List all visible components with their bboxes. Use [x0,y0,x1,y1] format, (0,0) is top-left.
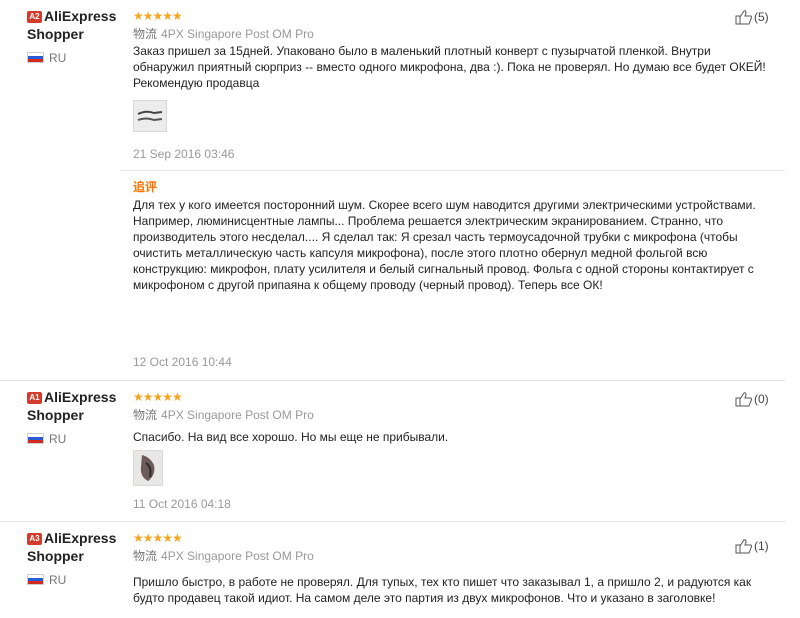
review-text: Пришло быстро, в работе не проверял. Для… [133,575,752,605]
review-item: A1 AliExpress Shopper RU ★★★★★ 物流 4PX Sing… [0,381,800,521]
star-rating: ★★★★★ [133,9,183,23]
logistics-label: 物流 [133,549,158,563]
country-code: RU [49,573,67,587]
russia-flag-icon [27,433,44,444]
helpful-button[interactable]: (1) [735,538,769,554]
review-text: Спасибо. На вид все хорошо. Но мы еще не… [133,430,449,444]
review-text: Заказ пришел за 15дней. Упаковано было в… [133,44,766,90]
review-date: 21 Sep 2016 03:46 [133,147,235,161]
reviewer-info: A3 AliExpress Shopper RU [27,530,137,587]
logistics-method: 4PX Singapore Post OM Pro [161,408,314,422]
russia-flag-icon [27,52,44,63]
buyer-level-badge: A3 [27,532,42,545]
review-photo-thumbnail[interactable] [133,100,167,132]
reviewer-info: A1 AliExpress Shopper RU [27,389,137,446]
russia-flag-icon [27,574,44,585]
star-rating: ★★★★★ [133,531,183,545]
buyer-level-badge: A2 [27,10,42,23]
buyer-level-badge: A1 [27,391,42,404]
helpful-button[interactable]: (0) [735,391,769,407]
review-item: A3 AliExpress Shopper RU ★★★★★ 物流 4PX Sing… [0,522,800,618]
logistics-method: 4PX Singapore Post OM Pro [161,549,314,563]
country-code: RU [49,51,67,65]
thumbs-up-icon [735,392,752,407]
followup-date: 12 Oct 2016 10:44 [133,355,232,369]
helpful-button[interactable]: (5) [735,9,769,25]
helpful-count: (0) [754,392,769,406]
helpful-count: (5) [754,10,769,24]
review-photo-thumbnail[interactable] [133,450,163,486]
logistics-label: 物流 [133,27,158,41]
review-item: A2 AliExpress Shopper RU ★★★★★ 物流 4PX Sing… [0,0,800,380]
country-code: RU [49,432,67,446]
reviewer-country: RU [27,51,137,65]
reviewer-country: RU [27,573,137,587]
thumbs-up-icon [735,539,752,554]
divider [120,170,785,171]
reviewer-country: RU [27,432,137,446]
helpful-count: (1) [754,539,769,553]
logistics-info: 物流 4PX Singapore Post OM Pro [133,25,314,42]
followup-label: 追评 [133,180,158,194]
reviewer-info: A2 AliExpress Shopper RU [27,8,137,65]
logistics-method: 4PX Singapore Post OM Pro [161,27,314,41]
logistics-label: 物流 [133,408,158,422]
review-date: 11 Oct 2016 04:18 [133,497,231,511]
thumbs-up-icon [735,10,752,25]
star-rating: ★★★★★ [133,390,183,404]
logistics-info: 物流 4PX Singapore Post OM Pro [133,406,314,423]
followup-text: Для тех у кого имеется посторонний шум. … [133,198,756,292]
logistics-info: 物流 4PX Singapore Post OM Pro [133,547,314,564]
